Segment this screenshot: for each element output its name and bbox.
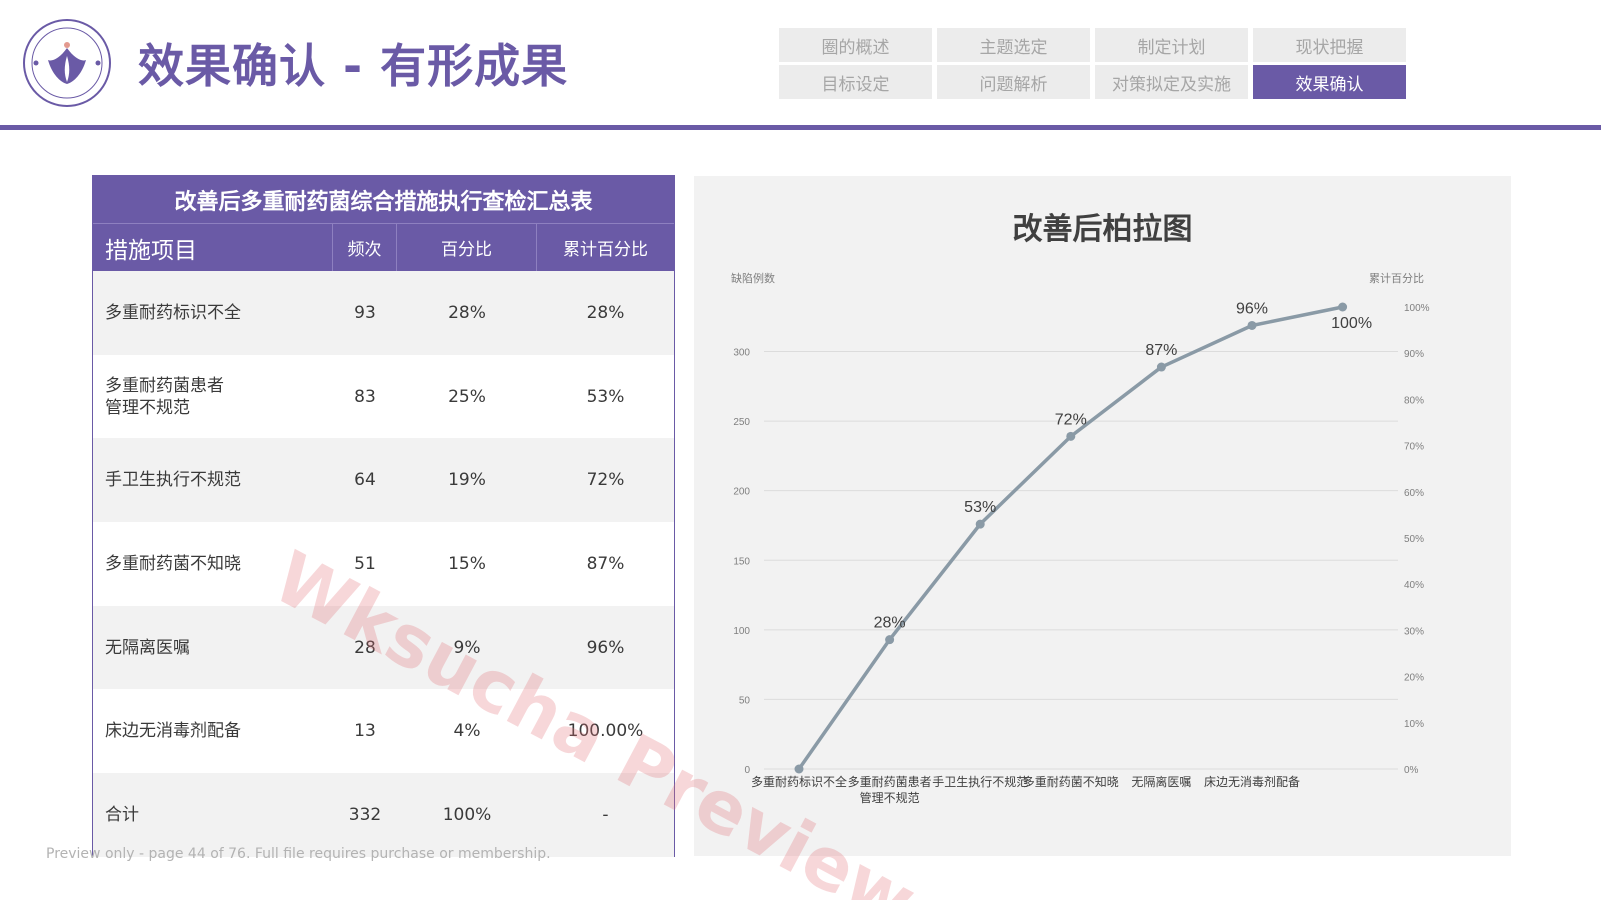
y-tick-label: 250 — [733, 417, 750, 428]
tab-problem-analysis[interactable]: 问题解析 — [937, 65, 1090, 99]
cell-frequency: 28 — [354, 637, 376, 658]
table-header: 措施项目 频次 百分比 累计百分比 — [93, 224, 674, 271]
cell-item: 多重耐药标识不全 — [105, 302, 241, 323]
cell-item: 床边无消毒剂配备 — [105, 721, 241, 742]
tab-countermeasures[interactable]: 对策拟定及实施 — [1095, 65, 1248, 99]
y-tick-label: 0 — [744, 765, 750, 776]
cumulative-point — [975, 519, 985, 529]
tab-current-status[interactable]: 现状把握 — [1253, 28, 1406, 62]
cell-frequency: 332 — [348, 804, 382, 825]
cell-item: 合计 — [105, 804, 139, 825]
y2-tick-label: 100% — [1404, 303, 1430, 314]
cell-frequency: 51 — [354, 553, 376, 574]
tab-target-setting[interactable]: 目标设定 — [779, 65, 932, 99]
cell-frequency: 93 — [354, 302, 376, 323]
y2-tick-label: 80% — [1404, 395, 1424, 406]
y2-tick-label: 40% — [1404, 580, 1424, 591]
section-nav: 圈的概述 主题选定 制定计划 现状把握 目标设定 问题解析 对策拟定及实施 效果… — [779, 28, 1406, 99]
y-tick-label: 150 — [733, 556, 750, 567]
table-caption: 改善后多重耐药菌综合措施执行查检汇总表 — [93, 176, 674, 224]
cell-percentage: 19% — [448, 470, 486, 491]
table-row: 多重耐药菌患者 管理不规范 83 25% 53% — [93, 354, 674, 439]
cell-frequency: 83 — [354, 386, 376, 407]
header-divider — [0, 125, 1601, 130]
y-axis-title: 缺陷例数 — [731, 271, 775, 285]
cell-cumulative: 100.00% — [567, 721, 644, 742]
y2-tick-label: 20% — [1404, 673, 1424, 684]
header-frequency: 频次 — [333, 224, 397, 271]
tab-circle-overview[interactable]: 圈的概述 — [779, 28, 932, 62]
data-label: 87% — [1145, 342, 1177, 359]
cell-cumulative: 53% — [586, 386, 625, 407]
y2-tick-label: 10% — [1404, 719, 1424, 730]
y2-tick-label: 70% — [1404, 442, 1424, 453]
cell-item: 多重耐药菌患者 管理不规范 — [93, 355, 333, 439]
cell-cumulative: 28% — [586, 302, 625, 323]
cell-frequency: 13 — [354, 721, 376, 742]
tab-effect-confirmation[interactable]: 效果确认 — [1253, 65, 1406, 99]
data-label: 53% — [964, 499, 996, 516]
y2-axis-title: 累计百分比 — [1369, 272, 1424, 285]
data-label: 28% — [874, 615, 906, 632]
cell-cumulative: 87% — [586, 553, 625, 574]
y-tick-label: 50 — [739, 695, 751, 706]
cell-frequency: 64 — [354, 470, 376, 491]
cumulative-point — [1247, 320, 1257, 330]
table-row: 多重耐药标识不全 93 28% 28% — [93, 271, 674, 355]
table-row: 多重耐药菌不知晓 51 15% 87% — [93, 522, 674, 606]
table-body: 多重耐药标识不全 93 28% 28% 多重耐药菌患者 管理不规范 83 25% … — [93, 271, 674, 857]
x-tick-label: 多重耐药菌患者 — [848, 775, 932, 789]
x-tick-label: 手卫生执行不规范 — [932, 774, 1028, 789]
pareto-chart-panel: 改善后柏拉图 缺陷例数 累计百分比 0 50 100 150 200 250 300 0% 10% 2… — [694, 176, 1511, 856]
cell-item-text: 多重耐药菌患者 管理不规范 — [105, 375, 224, 418]
cell-percentage: 15% — [448, 553, 486, 574]
y2-tick-label: 30% — [1404, 626, 1424, 637]
y2-tick-label: 60% — [1404, 488, 1424, 499]
cumulative-point — [1156, 362, 1166, 372]
x-tick-label: 管理不规范 — [860, 790, 920, 805]
x-tick-label: 无隔离医嘱 — [1131, 774, 1191, 789]
data-label: 100% — [1331, 315, 1372, 332]
cell-percentage: 28% — [448, 302, 486, 323]
cumulative-point — [1338, 302, 1348, 312]
tab-theme-selection[interactable]: 主题选定 — [937, 28, 1090, 62]
cell-cumulative: - — [602, 804, 609, 825]
table-row: 手卫生执行不规范 64 19% 72% — [93, 438, 674, 523]
pareto-chart: 缺陷例数 累计百分比 0 50 100 150 200 250 300 0% 10% 20% 30% 40… — [731, 271, 1430, 805]
header-percentage: 百分比 — [397, 224, 537, 271]
cell-percentage: 25% — [448, 386, 486, 407]
y-tick-label: 100 — [733, 626, 750, 637]
y2-tick-label: 90% — [1404, 349, 1424, 360]
x-tick-label: 多重耐药标识不全 — [751, 774, 847, 789]
cell-percentage: 100% — [442, 804, 492, 825]
tab-make-plan[interactable]: 制定计划 — [1095, 28, 1248, 62]
header-item: 措施项目 — [93, 224, 333, 271]
page-title: 效果确认 - 有形成果 — [138, 39, 569, 93]
data-label: 72% — [1055, 411, 1087, 428]
y2-tick-label: 0% — [1404, 765, 1419, 776]
cumulative-point — [794, 764, 804, 774]
cumulative-point — [1066, 431, 1076, 441]
cell-percentage: 9% — [453, 637, 481, 658]
preview-note: Preview only - page 44 of 76. Full file … — [46, 846, 551, 862]
summary-table: 改善后多重耐药菌综合措施执行查检汇总表 措施项目 频次 百分比 累计百分比 多重… — [92, 175, 675, 857]
hospital-logo-icon — [22, 18, 112, 108]
cell-percentage: 4% — [453, 721, 481, 742]
y-tick-label: 200 — [733, 487, 750, 498]
cell-cumulative: 96% — [586, 637, 625, 658]
x-tick-label: 床边无消毒剂配备 — [1204, 774, 1300, 789]
x-tick-label: 多重耐药菌不知晓 — [1023, 775, 1119, 789]
cell-item: 多重耐药菌不知晓 — [105, 553, 241, 574]
y-tick-label: 300 — [733, 348, 750, 359]
table-row: 无隔离医嘱 28 9% 96% — [93, 605, 674, 690]
table-row: 床边无消毒剂配备 13 4% 100.00% — [93, 689, 674, 774]
cell-item: 手卫生执行不规范 — [105, 470, 241, 491]
y2-tick-label: 50% — [1404, 534, 1424, 545]
cell-cumulative: 72% — [586, 470, 625, 491]
table-row-total: 合计 332 100% - — [93, 773, 674, 857]
cell-item: 无隔离医嘱 — [105, 637, 190, 658]
header-cumulative: 累计百分比 — [563, 240, 648, 260]
data-label: 96% — [1236, 300, 1268, 317]
cumulative-point — [885, 635, 895, 645]
